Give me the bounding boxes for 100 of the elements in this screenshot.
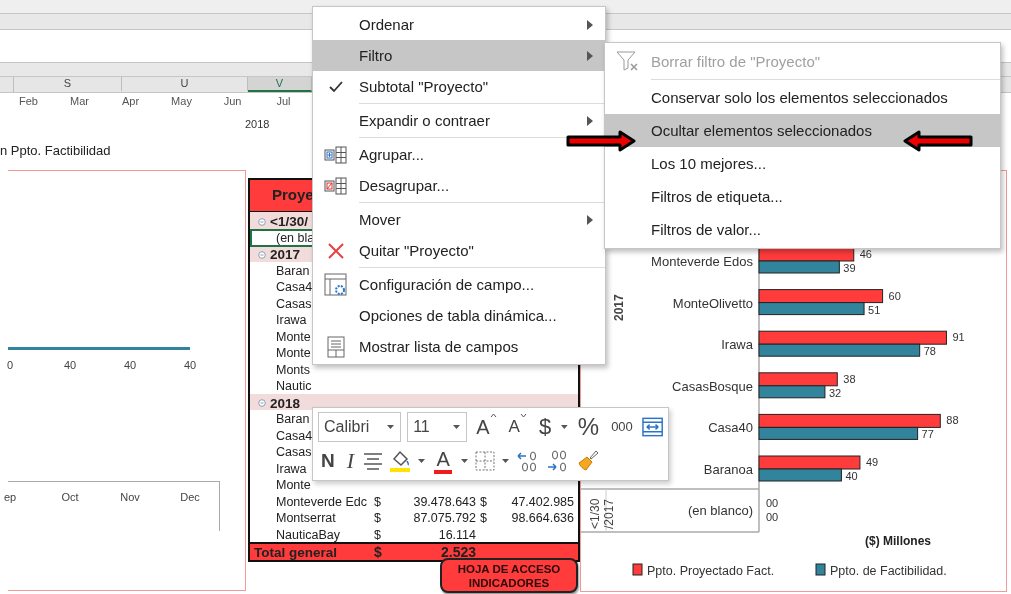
thousands-button[interactable]: 000 bbox=[608, 413, 636, 441]
caret-icon[interactable] bbox=[460, 458, 470, 464]
link-button[interactable]: HOJA DE ACCESO INDICADORES bbox=[440, 558, 578, 593]
menu-item[interactable]: Ocultar elementos seleccionados bbox=[605, 114, 1000, 147]
menu-item[interactable]: Filtros de etiqueta... bbox=[605, 180, 1000, 213]
caret-icon[interactable] bbox=[417, 458, 427, 464]
group-label: 2017 bbox=[612, 294, 626, 321]
category-label: MonteOlivetto bbox=[672, 295, 753, 311]
fill-color-icon[interactable] bbox=[389, 449, 412, 473]
caret-icon bbox=[489, 413, 497, 418]
table-cell-text: 47.402.985 bbox=[510, 494, 575, 509]
table-cell-text: $ bbox=[374, 494, 382, 509]
row-label[interactable]: Baran bbox=[250, 410, 312, 428]
legend-swatch bbox=[815, 563, 826, 576]
category-label: Monteverde Edos bbox=[651, 254, 753, 269]
data-label: 0 bbox=[5, 359, 15, 371]
menu-item[interactable]: Subtotal "Proyecto" bbox=[313, 71, 605, 102]
brush-icon[interactable] bbox=[576, 449, 601, 473]
group-row-label[interactable]: 2018 bbox=[250, 393, 303, 413]
menu-item[interactable]: Mostrar lista de campos bbox=[313, 331, 605, 362]
month-label: Apr bbox=[120, 94, 141, 109]
menu-item[interactable]: Filtros de valor... bbox=[605, 213, 1000, 246]
month-label: Feb bbox=[18, 94, 39, 109]
row-label[interactable]: Baran bbox=[250, 261, 312, 280]
caret-icon bbox=[519, 413, 527, 418]
table-cell-text: $ bbox=[480, 511, 488, 525]
table-cell-text: 87.075.792 bbox=[412, 511, 477, 525]
table-cell-text: 39.478.643 bbox=[412, 494, 477, 509]
caret-icon[interactable] bbox=[501, 458, 511, 464]
data-label: 49 bbox=[865, 456, 879, 468]
menu-item[interactable]: Ordenar bbox=[313, 9, 605, 40]
currency-button[interactable]: $ bbox=[535, 413, 555, 441]
category-label: Irawa bbox=[721, 337, 753, 353]
percent-button[interactable]: % bbox=[574, 413, 603, 441]
row-label[interactable]: Casa4 bbox=[250, 278, 315, 296]
list-icon bbox=[327, 335, 345, 358]
row-label[interactable]: Monte bbox=[250, 327, 313, 346]
table-cell-text: $ bbox=[374, 511, 382, 525]
category-label: (en blanco) bbox=[687, 503, 753, 518]
menu-item[interactable]: Configuración de campo... bbox=[313, 269, 605, 300]
row-label[interactable]: Casas bbox=[250, 443, 314, 461]
total-label: Total general bbox=[253, 544, 339, 560]
row-label[interactable]: Montserrat bbox=[250, 509, 338, 527]
caret-icon[interactable] bbox=[386, 424, 396, 430]
column-header[interactable]: S bbox=[14, 77, 122, 92]
caret-icon[interactable] bbox=[452, 424, 462, 430]
row-label[interactable]: Irawa bbox=[250, 311, 309, 329]
column-header[interactable]: V bbox=[248, 77, 312, 92]
data-label: 40 bbox=[122, 359, 138, 371]
menu-item[interactable]: Conservar solo los elementos seleccionados bbox=[605, 81, 1000, 114]
close-icon bbox=[326, 240, 346, 261]
data-label: 38 bbox=[843, 372, 856, 385]
data-label: 51 bbox=[868, 303, 881, 316]
menu-item[interactable]: Agrupar... bbox=[313, 139, 605, 170]
caret-icon[interactable] bbox=[560, 424, 569, 430]
grow-font-button[interactable]: A bbox=[473, 413, 500, 441]
bold-button[interactable]: N bbox=[318, 447, 338, 475]
data-label: 46 bbox=[859, 248, 872, 260]
menu-item[interactable]: Opciones de tabla dinámica... bbox=[313, 300, 605, 331]
legend-label: Ppto. Proyectado Fact. bbox=[647, 564, 775, 578]
font-color-button[interactable]: A bbox=[432, 448, 455, 474]
align-center-icon[interactable] bbox=[363, 452, 384, 470]
row-label[interactable]: Monte bbox=[250, 476, 313, 494]
row-label[interactable]: Irawa bbox=[250, 459, 309, 478]
table-cell-text: 16.114 bbox=[437, 527, 477, 542]
data-label: 00 bbox=[766, 511, 779, 523]
row-label[interactable]: Casas bbox=[250, 294, 314, 313]
arrow-icon bbox=[565, 130, 637, 152]
month-label: Jun bbox=[222, 94, 243, 109]
data-label: 88 bbox=[946, 414, 959, 427]
chart-caption: n Ppto. Factibilidad bbox=[0, 143, 111, 158]
font-dropdown[interactable]: Calibri bbox=[318, 412, 402, 442]
row-label[interactable]: NauticaBay bbox=[250, 525, 342, 544]
row-label[interactable]: Nautic bbox=[250, 377, 314, 395]
data-label: 39 bbox=[843, 262, 856, 274]
month-label: May bbox=[170, 94, 193, 109]
row-label[interactable]: Monts bbox=[250, 360, 313, 379]
wrap-text-icon[interactable] bbox=[641, 417, 663, 437]
month-label: Jul bbox=[275, 94, 292, 109]
ungroup-icon bbox=[324, 176, 348, 195]
month-label: ep bbox=[2, 491, 18, 503]
row-label[interactable]: Casa4 bbox=[250, 426, 315, 445]
shrink-font-button[interactable]: A bbox=[505, 413, 530, 441]
menu-item[interactable]: Los 10 mejores... bbox=[605, 147, 1000, 180]
data-label: 78 bbox=[923, 345, 936, 358]
row-label[interactable]: Monteverde Edc bbox=[250, 492, 370, 511]
group-row-label[interactable]: <1/30/ bbox=[250, 212, 310, 231]
table-cell-text: 98.664.636 bbox=[510, 511, 575, 525]
size-dropdown[interactable]: 11 bbox=[407, 412, 468, 442]
month-label: Dec bbox=[179, 491, 201, 503]
menu-item[interactable]: Filtro bbox=[313, 40, 605, 71]
data-label: 00 bbox=[766, 497, 779, 509]
legend-label: Ppto. de Factibilidad. bbox=[830, 564, 947, 578]
month-label: Nov bbox=[119, 491, 141, 503]
menu-item[interactable]: Expandir o contraer bbox=[313, 105, 605, 136]
row-label[interactable]: Monte bbox=[250, 344, 313, 362]
data-label: 40 bbox=[182, 359, 198, 371]
group-row-label[interactable]: 2017 bbox=[250, 245, 303, 264]
italic-button[interactable]: I bbox=[343, 447, 358, 475]
table-cell-text: $ bbox=[374, 527, 382, 542]
